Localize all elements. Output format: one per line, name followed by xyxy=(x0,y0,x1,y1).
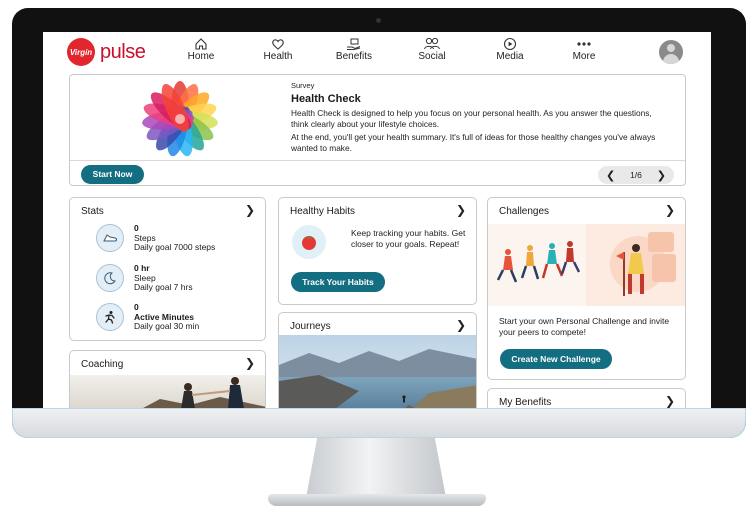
benefits-title: My Benefits xyxy=(499,397,552,408)
heart-icon xyxy=(272,39,284,50)
sleep-goal: Daily goal 7 hrs xyxy=(134,282,193,292)
nav-health-label: Health xyxy=(263,51,293,62)
survey-content: Survey Health Check Health Check is desi… xyxy=(291,81,671,153)
active-goal: Daily goal 30 min xyxy=(134,321,200,331)
challenges-illustration xyxy=(488,224,685,306)
active-value: 0 xyxy=(134,302,139,312)
app-screen: Virgin pulse Home Health Benefits Social… xyxy=(43,32,711,408)
survey-kicker: Survey xyxy=(291,81,315,90)
top-navbar: Virgin pulse Home Health Benefits Social… xyxy=(43,32,711,72)
habits-description: Keep tracking your habits. Get closer to… xyxy=(351,228,466,249)
steps-label: Steps xyxy=(134,232,156,243)
user-avatar[interactable] xyxy=(659,40,683,64)
nav-more-label: More xyxy=(572,51,596,62)
active-label: Active Minutes xyxy=(134,311,194,322)
healthy-habits-card[interactable]: Healthy Habits ❯ Keep tracking your habi… xyxy=(278,197,477,305)
stat-sleep-info: 0 hr Sleep Daily goal 7 hrs xyxy=(134,263,193,293)
nav-benefits[interactable]: Benefits xyxy=(319,37,389,62)
pager-count: 1/6 xyxy=(630,170,642,180)
divider xyxy=(70,160,685,161)
survey-description-2: At the end, you'll get your health summa… xyxy=(291,132,656,153)
brand-name: pulse xyxy=(100,40,146,63)
color-wheel-flower-icon xyxy=(142,81,218,157)
habits-title: Healthy Habits xyxy=(290,206,356,217)
brand-badge-icon: Virgin xyxy=(67,38,95,66)
my-benefits-card[interactable]: My Benefits ❯ xyxy=(487,388,686,408)
stats-title: Stats xyxy=(81,206,104,217)
camera-dot xyxy=(376,18,381,23)
stat-sleep: 0 hr Sleep Daily goal 7 hrs xyxy=(96,263,193,293)
home-icon xyxy=(195,38,207,50)
chevron-right-icon[interactable]: ❯ xyxy=(245,203,255,217)
moon-icon xyxy=(96,264,124,293)
chevron-right-icon[interactable]: ❯ xyxy=(245,356,255,370)
nav-media-label: Media xyxy=(496,51,524,62)
shoe-icon xyxy=(96,224,124,253)
more-dots-icon xyxy=(577,42,591,46)
journeys-title: Journeys xyxy=(290,321,331,332)
sleep-label: Sleep xyxy=(134,272,156,283)
pager-prev-icon[interactable]: ❮ xyxy=(606,169,615,182)
nav-home-label: Home xyxy=(187,51,215,62)
track-habits-button[interactable]: Track Your Habits xyxy=(291,272,385,292)
running-icon xyxy=(96,303,124,332)
survey-title: Health Check xyxy=(291,93,361,105)
challenges-title: Challenges xyxy=(499,206,550,217)
survey-card: Survey Health Check Health Check is desi… xyxy=(69,74,686,186)
survey-pager: ❮ 1/6 ❯ xyxy=(598,166,674,184)
stat-active-minutes: 0 Active Minutes Daily goal 30 min xyxy=(96,302,200,332)
nav-benefits-label: Benefits xyxy=(335,51,373,62)
play-circle-icon xyxy=(503,37,517,51)
create-challenge-button[interactable]: Create New Challenge xyxy=(500,349,612,369)
coaching-card[interactable]: Coaching ❯ xyxy=(69,350,266,408)
stat-active-info: 0 Active Minutes Daily goal 30 min xyxy=(134,302,200,332)
nav-media[interactable]: Media xyxy=(475,37,545,62)
sleep-value: 0 hr xyxy=(134,263,150,273)
nav-more[interactable]: More xyxy=(549,37,619,62)
monitor-stand xyxy=(306,438,446,498)
coaching-title: Coaching xyxy=(81,359,124,370)
monitor-base xyxy=(268,494,486,506)
coaching-photo xyxy=(70,375,265,408)
pager-next-icon[interactable]: ❯ xyxy=(657,169,666,182)
steps-value: 0 xyxy=(134,223,139,233)
start-now-button[interactable]: Start Now xyxy=(81,165,144,184)
monitor-chin xyxy=(12,408,746,438)
chevron-right-icon[interactable]: ❯ xyxy=(665,394,675,408)
chevron-right-icon[interactable]: ❯ xyxy=(665,203,675,217)
chevron-right-icon[interactable]: ❯ xyxy=(456,318,466,332)
steps-goal: Daily goal 7000 steps xyxy=(134,242,216,252)
nav-social-label: Social xyxy=(418,51,446,62)
challenges-description: Start your own Personal Challenge and in… xyxy=(499,316,670,337)
people-icon xyxy=(424,37,440,50)
stat-steps: 0 Steps Daily goal 7000 steps xyxy=(96,223,216,253)
gift-hand-icon xyxy=(347,38,361,50)
challenges-card[interactable]: Challenges ❯ Start your own Personal Cha… xyxy=(487,197,686,380)
chevron-right-icon[interactable]: ❯ xyxy=(456,203,466,217)
nav-health[interactable]: Health xyxy=(243,37,313,62)
stats-card[interactable]: Stats ❯ 0 Steps Daily goal 7000 steps 0 … xyxy=(69,197,266,341)
tomato-icon xyxy=(292,225,326,259)
brand-logo[interactable]: Virgin pulse xyxy=(67,38,146,66)
survey-description: Health Check is designed to help you foc… xyxy=(291,108,652,129)
stat-steps-info: 0 Steps Daily goal 7000 steps xyxy=(134,223,216,253)
nav-social[interactable]: Social xyxy=(397,37,467,62)
journeys-card[interactable]: Journeys ❯ xyxy=(278,312,477,408)
nav-home[interactable]: Home xyxy=(166,37,236,62)
journeys-photo xyxy=(279,335,476,408)
